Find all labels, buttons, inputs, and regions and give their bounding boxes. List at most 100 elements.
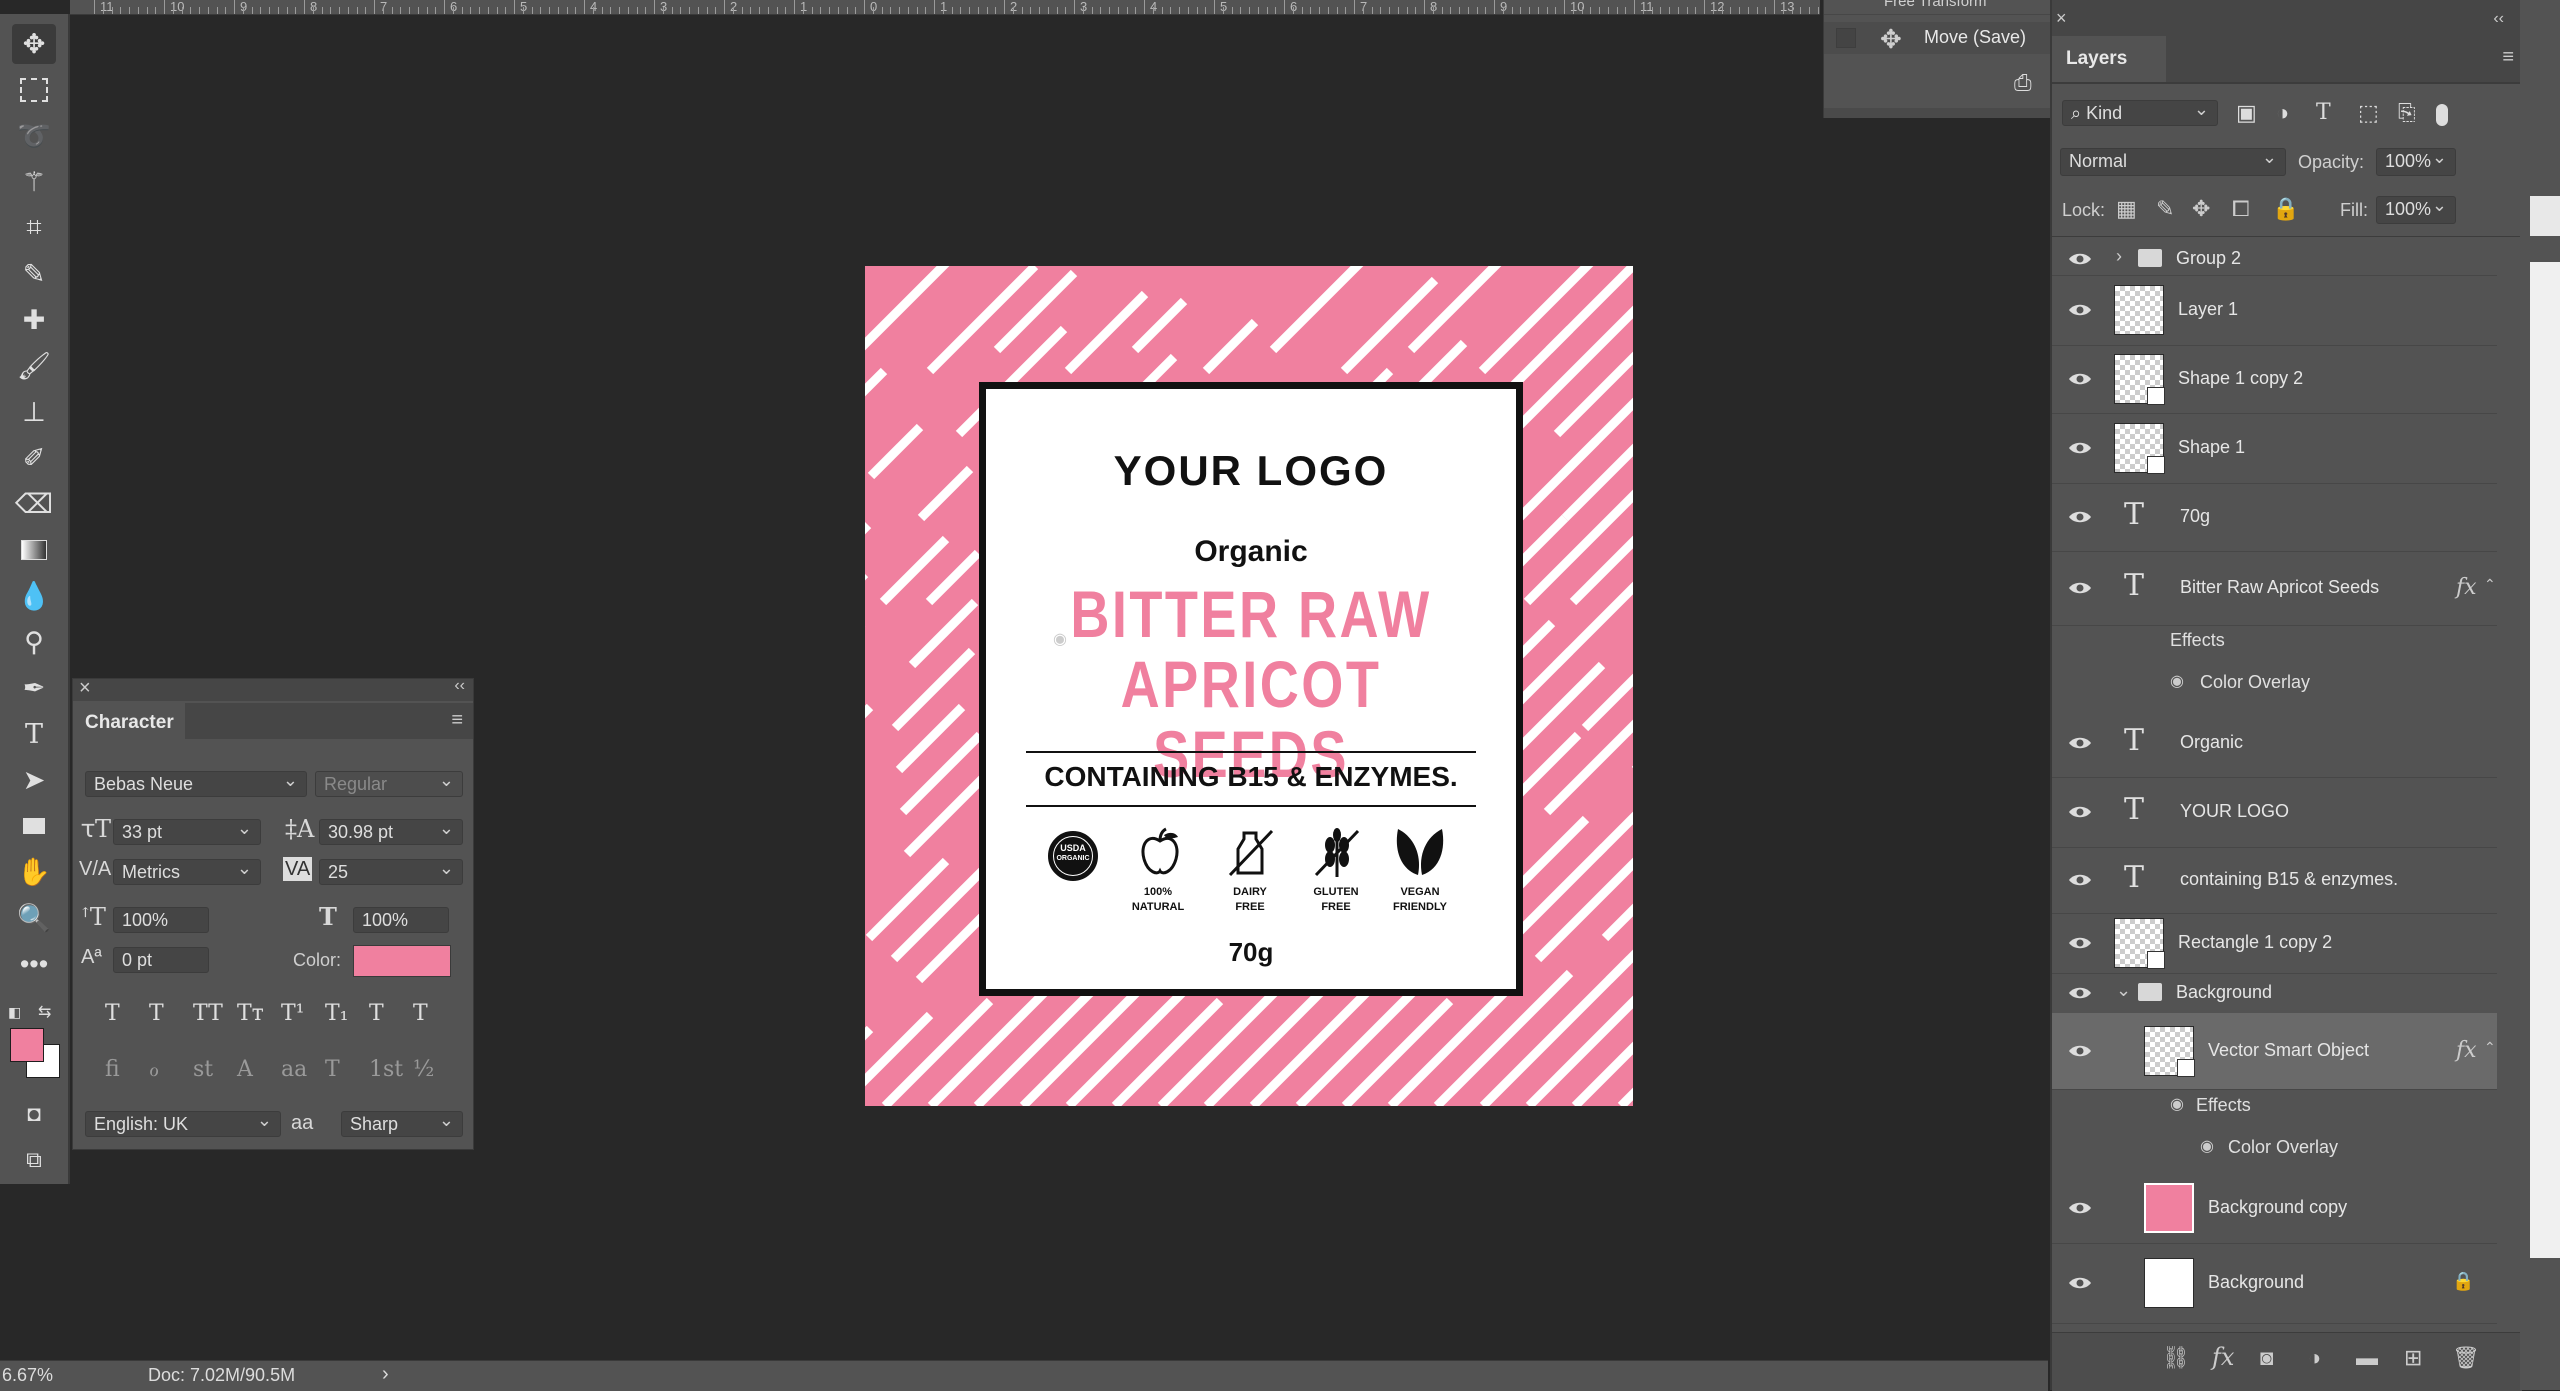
marquee-tool-icon[interactable] (12, 70, 56, 110)
dodge-tool-icon[interactable]: ⚲ (12, 622, 56, 662)
status-menu-arrow-icon[interactable]: › (382, 1363, 389, 1386)
filter-smart-object-icon[interactable]: ⎘ (2398, 100, 2416, 126)
effect-visibility-icon[interactable]: ◉ (2170, 671, 2184, 691)
add-mask-icon[interactable]: ◙ (2260, 1345, 2273, 1371)
link-layers-icon[interactable]: ⛓ (2162, 1345, 2190, 1371)
font-size-field[interactable]: 33 pt (113, 816, 261, 845)
layer-row[interactable]: ◉ Color Overlay (2052, 1123, 2497, 1173)
effect-visibility-icon[interactable]: ◉ (2200, 1136, 2214, 1156)
rectangle-tool-icon[interactable] (12, 806, 56, 846)
layer-thumbnail[interactable] (2144, 1026, 2195, 1077)
underline-button[interactable]: T (369, 1001, 384, 1026)
superscript-button[interactable]: T¹ (281, 1001, 305, 1026)
subscript-button[interactable]: T₁ (325, 1001, 349, 1026)
baseline-shift-field[interactable]: 0 pt (113, 947, 209, 973)
layer-row[interactable]: Background copy (2052, 1173, 2497, 1244)
layer-thumbnail[interactable] (2114, 285, 2164, 335)
layer-row[interactable]: Layer 1 (2052, 275, 2497, 346)
path-selection-tool-icon[interactable]: ➤ (12, 760, 56, 800)
horizontal-ruler[interactable]: 1110987654321012345678910111213 (70, 0, 1820, 15)
screen-mode-icon[interactable]: ⧉ (12, 1140, 56, 1180)
all-caps-button[interactable]: TT (193, 1001, 223, 1026)
stylistic-alternates-button[interactable]: aa (281, 1057, 307, 1082)
layer-row[interactable]: ◉ Effects (2052, 1089, 2497, 1123)
swash-button[interactable]: A (237, 1057, 253, 1082)
horizontal-scale-field[interactable]: 100% (353, 907, 449, 933)
chevron-down-icon[interactable]: ⌄ (2116, 980, 2131, 1001)
layer-row[interactable]: T YOUR LOGO (2052, 777, 2497, 848)
layer-thumbnail[interactable] (2114, 423, 2165, 474)
layer-row[interactable]: ◉ Color Overlay (2052, 657, 2497, 709)
layer-row[interactable]: T Organic (2052, 709, 2497, 778)
close-icon[interactable]: × (79, 677, 91, 700)
blur-tool-icon[interactable]: 💧 (12, 576, 56, 616)
visibility-eye-icon[interactable] (2068, 872, 2092, 888)
layer-row[interactable]: Background 🔒 (2052, 1243, 2497, 1324)
collapse-icon[interactable]: ‹‹ (454, 677, 465, 695)
ligatures-button[interactable]: fi (105, 1057, 120, 1082)
visibility-eye-icon[interactable] (2068, 251, 2092, 267)
visibility-eye-icon[interactable] (2068, 1200, 2092, 1216)
adjustment-layer-icon[interactable]: ◑ (2308, 1345, 2321, 1371)
move-tool-icon[interactable]: ✥ (12, 24, 56, 64)
visibility-eye-icon[interactable] (2068, 935, 2092, 951)
layer-fx-indicator[interactable]: fx (2456, 575, 2477, 600)
new-snapshot-icon[interactable]: ⎙ (2014, 70, 2032, 96)
visibility-eye-icon[interactable] (2068, 371, 2092, 387)
vertical-scale-field[interactable]: 100% (113, 907, 209, 933)
gradient-tool-icon[interactable] (12, 530, 56, 570)
layer-thumbnail[interactable] (2144, 1258, 2194, 1308)
filter-toggle-switch[interactable] (2436, 104, 2448, 126)
tracking-select[interactable]: 25 (319, 856, 463, 885)
foreground-color-swatch[interactable] (10, 1028, 44, 1062)
faux-italic-button[interactable]: T (149, 1001, 164, 1026)
faux-bold-button[interactable]: T (105, 1001, 120, 1026)
scroll-thumb-main[interactable] (2530, 262, 2560, 1258)
crop-tool-icon[interactable]: ⌗ (12, 208, 56, 248)
filter-adjustment-icon[interactable]: ◑ (2276, 100, 2289, 126)
strikethrough-button[interactable]: T (413, 1001, 428, 1026)
close-icon[interactable]: × (2056, 8, 2067, 29)
font-family-select[interactable]: Bebas Neue (85, 768, 307, 797)
new-group-icon[interactable]: ▬ (2356, 1345, 2378, 1371)
tab-layers[interactable]: Layers (2056, 36, 2166, 82)
layer-thumbnail[interactable] (2144, 1183, 2194, 1233)
blend-mode-select[interactable]: Normal (2060, 145, 2286, 176)
ordinals-button[interactable]: 1st (369, 1057, 403, 1082)
magic-wand-tool-icon[interactable]: ⚚ (12, 162, 56, 202)
effect-visibility-icon[interactable]: ◉ (1053, 629, 1067, 649)
swap-colors-icon[interactable]: ⇆ (38, 1002, 51, 1022)
text-color-swatch[interactable] (353, 945, 451, 977)
layer-row[interactable]: Rectangle 1 copy 2 (2052, 913, 2497, 974)
scroll-thumb-top[interactable] (2530, 196, 2560, 236)
visibility-eye-icon[interactable] (2068, 985, 2092, 1001)
filter-pixel-icon[interactable]: ▣ (2236, 100, 2257, 126)
antialias-select[interactable]: Sharp (341, 1108, 463, 1137)
more-tools-icon[interactable]: ••• (12, 944, 56, 984)
doc-size[interactable]: Doc: 7.02M/90.5M (148, 1365, 295, 1386)
alternates-button[interactable]: ℴ (149, 1057, 159, 1082)
layer-row[interactable]: ⌄ Background (2052, 973, 2497, 1014)
history-brush-tool-icon[interactable]: ✐ (12, 438, 56, 478)
delete-layer-icon[interactable]: 🗑 (2452, 1345, 2480, 1371)
collapse-icon[interactable]: ‹‹ (2493, 10, 2504, 28)
layer-fx-indicator[interactable]: fx (2456, 1038, 2477, 1063)
visibility-eye-icon[interactable] (2068, 440, 2092, 456)
lock-all-icon[interactable]: 🔒 (2272, 196, 2299, 222)
visibility-eye-icon[interactable] (2068, 735, 2092, 751)
stamp-tool-icon[interactable]: ⊥ (12, 392, 56, 432)
quick-mask-icon[interactable]: ◘ (12, 1094, 56, 1134)
layer-row[interactable]: T 70g (2052, 483, 2497, 552)
effect-visibility-icon[interactable]: ◉ (2170, 1094, 2184, 1114)
layer-row[interactable]: T Bitter Raw Apricot Seeds fx ⌃ (2052, 551, 2497, 626)
titling-button[interactable]: T (325, 1057, 340, 1082)
lock-artboard-icon[interactable]: ⧠ (2232, 196, 2250, 222)
new-layer-icon[interactable]: ⊞ (2404, 1345, 2422, 1371)
visibility-eye-icon[interactable] (2068, 509, 2092, 525)
chevron-up-icon[interactable]: ⌃ (2484, 1039, 2496, 1056)
layer-thumbnail[interactable] (2114, 918, 2165, 969)
small-caps-button[interactable]: Tт (237, 1001, 264, 1026)
layer-filter-select[interactable]: ⌕ Kind (2062, 97, 2218, 126)
visibility-eye-icon[interactable] (2068, 302, 2092, 318)
leading-field[interactable]: 30.98 pt (319, 816, 463, 845)
